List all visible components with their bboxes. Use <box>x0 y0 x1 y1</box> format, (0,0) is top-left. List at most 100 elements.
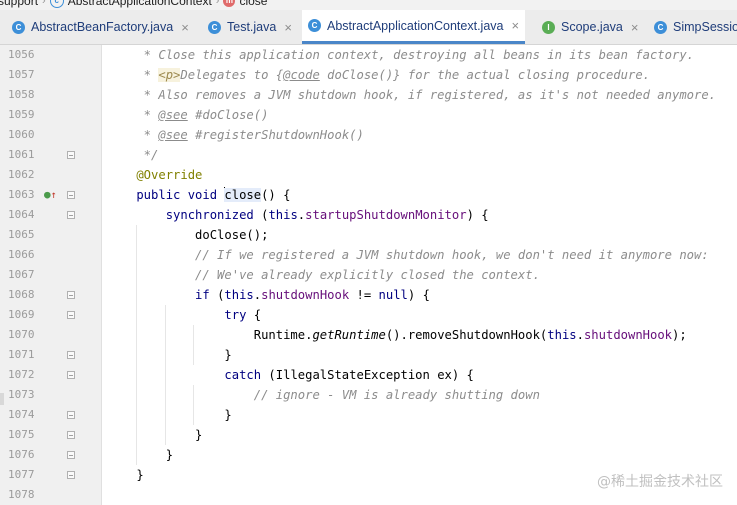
line-number: 1070 <box>8 328 35 341</box>
line-number: 1076 <box>8 448 35 461</box>
fold-icon[interactable] <box>67 351 75 359</box>
chevron-right-icon: › <box>215 0 220 7</box>
line-number: 1061 <box>8 148 35 161</box>
code-line: 1059 * @see #doClose() <box>0 105 737 125</box>
code-line: 1070 Runtime.getRuntime().removeShutdown… <box>0 325 737 345</box>
code-line: 1056 * Close this application context, d… <box>0 45 737 65</box>
interface-icon: I <box>542 20 555 34</box>
code-text: @Override <box>107 168 203 182</box>
code-text: * @see #doClose() <box>107 108 269 122</box>
class-icon: c <box>49 0 64 8</box>
line-number: 1065 <box>8 228 35 241</box>
line-number: 1075 <box>8 428 35 441</box>
code-line-current: 1063 ●↑ public void close() { <box>0 185 737 205</box>
code-text: Runtime.getRuntime().removeShutdownHook(… <box>107 328 687 342</box>
code-line: 1071 } <box>0 345 737 365</box>
code-text: if (this.shutdownHook != null) { <box>107 288 430 302</box>
code-line: 1075 } <box>0 425 737 445</box>
code-text: synchronized (this.startupShutdownMonito… <box>107 208 489 222</box>
code-line: 1060 * @see #registerShutdownHook() <box>0 125 737 145</box>
code-editor[interactable]: 1056 * Close this application context, d… <box>0 45 737 505</box>
tab-scope[interactable]: I Scope.java × <box>542 10 638 44</box>
fold-icon[interactable] <box>67 431 75 439</box>
code-line: 1062 @Override <box>0 165 737 185</box>
line-number: 1077 <box>8 468 35 481</box>
code-text: */ <box>107 148 159 162</box>
code-text: } <box>107 348 232 362</box>
line-number: 1057 <box>8 68 35 81</box>
code-line: 1074 } <box>0 405 737 425</box>
code-line: 1072 catch (IllegalStateException ex) { <box>0 365 737 385</box>
close-icon[interactable]: × <box>181 20 189 35</box>
code-line: 1073 // ignore - VM is already shutting … <box>0 385 737 405</box>
code-text: doClose(); <box>107 228 269 242</box>
code-line: 1069 try { <box>0 305 737 325</box>
line-number: 1066 <box>8 248 35 261</box>
tab-test[interactable]: C Test.java × <box>208 10 292 44</box>
line-number: 1056 <box>8 48 35 61</box>
code-text: try { <box>107 308 262 322</box>
fold-icon[interactable] <box>67 191 75 199</box>
class-icon: C <box>208 20 221 34</box>
fold-icon[interactable] <box>67 291 75 299</box>
close-icon[interactable]: × <box>511 18 519 33</box>
code-text: // ignore - VM is already shutting down <box>107 388 540 402</box>
line-number: 1059 <box>8 108 35 121</box>
line-number: 1064 <box>8 208 35 221</box>
breadcrumb-item-class[interactable]: AbstractApplicationContext <box>68 0 212 8</box>
line-number: 1060 <box>8 128 35 141</box>
line-number: 1071 <box>8 348 35 361</box>
code-text: public void close() { <box>107 187 291 202</box>
fold-icon[interactable] <box>67 151 75 159</box>
tab-label: AbstractBeanFactory.java <box>31 20 174 34</box>
code-line: 1058 * Also removes a JVM shutdown hook,… <box>0 85 737 105</box>
tab-abstract-application-context[interactable]: C AbstractApplicationContext.java × <box>302 10 526 44</box>
code-text: * @see #registerShutdownHook() <box>107 128 364 142</box>
breadcrumb-item-method[interactable]: close <box>239 0 267 8</box>
class-icon: C <box>654 20 667 34</box>
line-number: 1058 <box>8 88 35 101</box>
code-text: // We've already explicitly closed the c… <box>107 268 540 282</box>
fold-icon[interactable] <box>67 451 75 459</box>
code-line: 1057 * <p>Delegates to {@code doClose()}… <box>0 65 737 85</box>
code-line: 1064 synchronized (this.startupShutdownM… <box>0 205 737 225</box>
line-number: 1072 <box>8 368 35 381</box>
line-number: 1074 <box>8 408 35 421</box>
tab-label: AbstractApplicationContext.java <box>327 18 504 33</box>
tab-label: Scope.java <box>561 20 623 34</box>
breadcrumb-item-package[interactable]: support <box>0 0 38 8</box>
code-line: 1065 doClose(); <box>0 225 737 245</box>
fold-icon[interactable] <box>67 411 75 419</box>
code-text: } <box>107 428 203 442</box>
editor-tab-bar: C AbstractBeanFactory.java × C Test.java… <box>0 10 737 45</box>
code-text: // If we registered a JVM shutdown hook,… <box>107 248 709 262</box>
code-text: * Also removes a JVM shutdown hook, if r… <box>107 88 717 102</box>
code-line: 1066 // If we registered a JVM shutdown … <box>0 245 737 265</box>
fold-icon[interactable] <box>67 371 75 379</box>
code-text: * <p>Delegates to {@code doClose()} for … <box>107 68 650 82</box>
line-number: 1069 <box>8 308 35 321</box>
close-icon[interactable]: × <box>284 20 292 35</box>
fold-icon[interactable] <box>67 211 75 219</box>
tab-label: Test.java <box>227 20 277 34</box>
class-icon: C <box>308 19 321 32</box>
line-number: 1062 <box>8 168 35 181</box>
code-line: 1076 } <box>0 445 737 465</box>
watermark: @稀土掘金技术社区 <box>597 474 723 490</box>
tab-label: SimpSession <box>673 20 737 34</box>
line-number: 1073 <box>8 388 35 401</box>
chevron-right-icon: › <box>42 0 46 7</box>
breadcrumb: support › c AbstractApplicationContext ›… <box>0 0 737 10</box>
code-line: 1067 // We've already explicitly closed … <box>0 265 737 285</box>
fold-icon[interactable] <box>67 471 75 479</box>
close-icon[interactable]: × <box>631 20 639 35</box>
override-icon[interactable]: ●↑ <box>44 189 57 202</box>
code-text: } <box>107 408 232 422</box>
tab-abstract-bean-factory[interactable]: C AbstractBeanFactory.java × <box>12 10 189 44</box>
code-text: catch (IllegalStateException ex) { <box>107 368 474 382</box>
code-text: * Close this application context, destro… <box>107 48 694 62</box>
code-line: 1068 if (this.shutdownHook != null) { <box>0 285 737 305</box>
fold-icon[interactable] <box>67 311 75 319</box>
tab-simp-session[interactable]: C SimpSession <box>654 10 737 44</box>
line-number: 1078 <box>8 488 35 501</box>
